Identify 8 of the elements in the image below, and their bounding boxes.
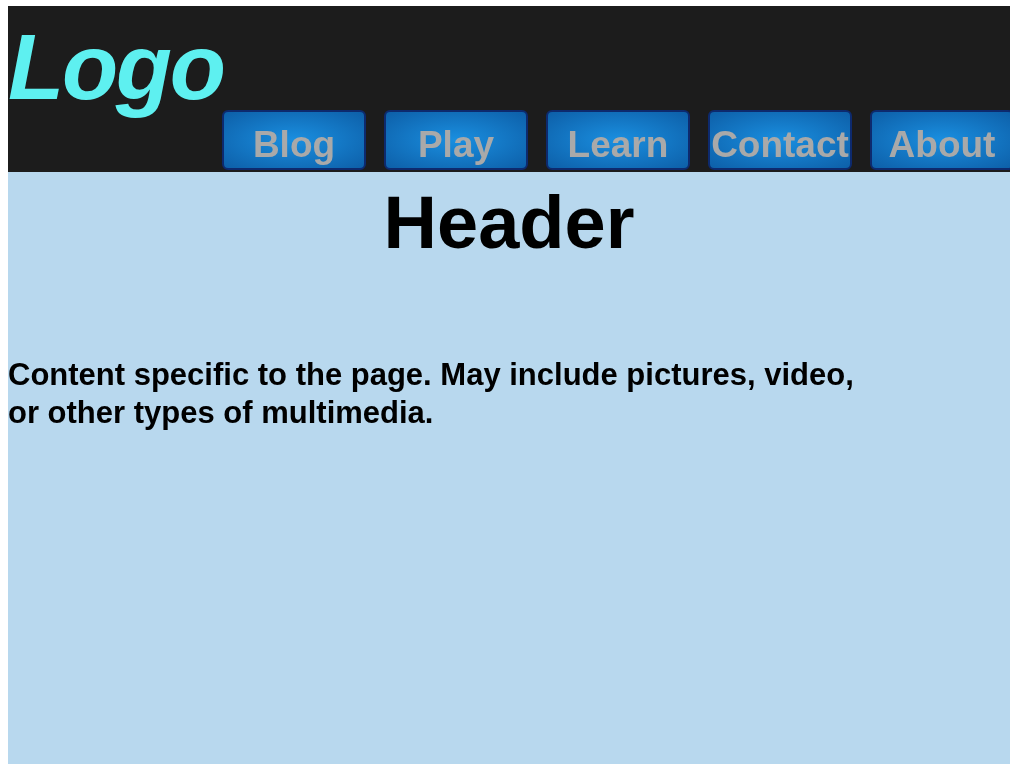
nav-tab[interactable]: About [870,110,1010,170]
page-header: Header [382,186,636,260]
nav-tab[interactable]: Play [384,110,528,170]
logo: Logo [8,15,225,120]
nav-tab[interactable]: Blog [222,110,366,170]
nav-tab[interactable]: Contact [708,110,852,170]
nav-tab[interactable]: Learn [546,110,690,170]
content-text: Content specific to the page. May include pictures, video, or other types of multimedia. [8,356,855,432]
